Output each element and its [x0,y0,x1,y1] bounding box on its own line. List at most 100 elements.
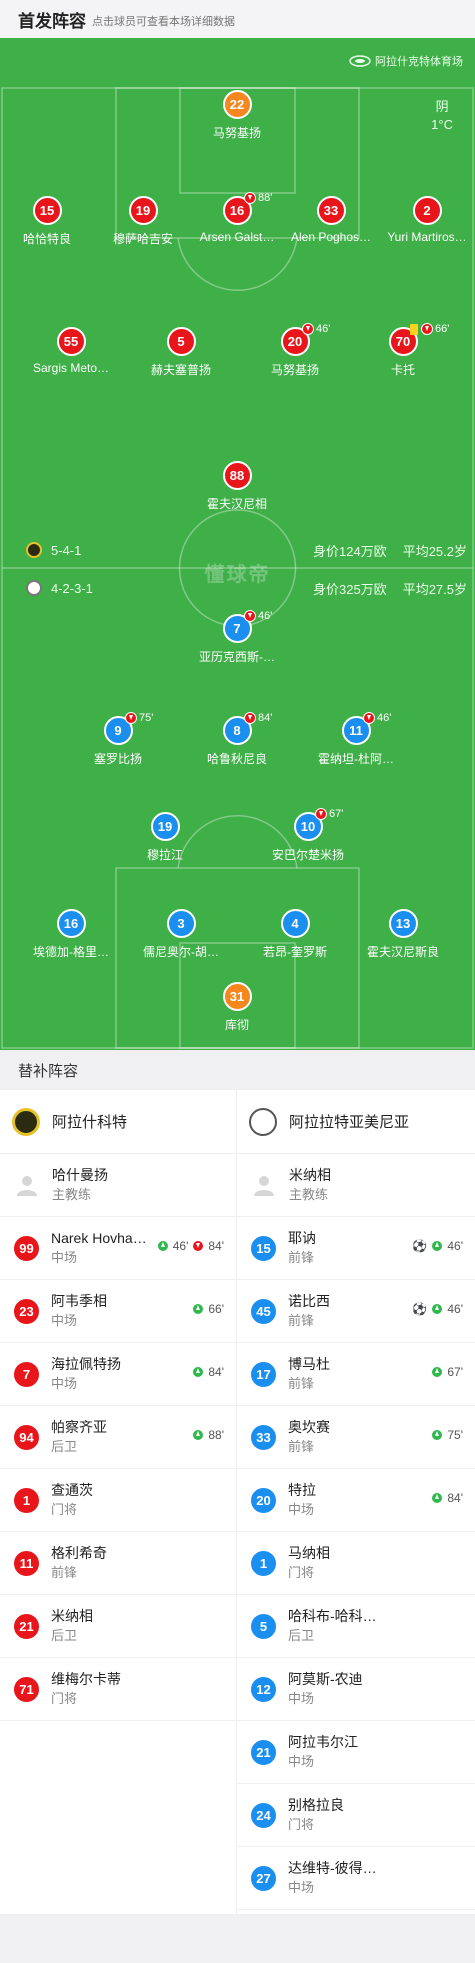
player-number: 12 [249,1674,278,1704]
bench-player-row[interactable]: 1 马纳相 门将 [237,1532,475,1595]
sub-in-time: 75' [447,1428,463,1442]
player-home[interactable]: 5 赫夫塞普扬 [126,327,236,378]
bench-player-row[interactable]: 45 诺比西 前锋 ⚽ 46' [237,1280,475,1343]
player-away[interactable]: 8 84' 哈鲁秋尼良 [182,712,292,767]
home-formation: 5-4-1 [51,542,82,558]
bench-player-row[interactable]: 71 维梅尔卡蒂 门将 [0,1658,236,1721]
player-home[interactable]: 2 Yuri Martiros… [372,196,475,244]
player-name: 亚历克西斯-… [199,650,275,664]
away-bench-header[interactable]: 阿拉拉特亚美尼亚 [237,1090,475,1154]
player-number: 94 [12,1422,41,1452]
player-away[interactable]: 31 库彻 [182,982,292,1033]
player-away[interactable]: 13 霍夫汉尼斯良 [348,909,458,960]
player-number: 17 [249,1359,278,1389]
player-home[interactable]: 55 Sargis Meto… [16,327,126,375]
player-number: 15 [249,1233,278,1263]
home-age: 平均25.2岁 [402,543,467,559]
home-team-name: 阿拉什科特 [52,1114,128,1131]
bench-player-row[interactable]: 94 帕察齐亚 后卫 88' [0,1406,236,1469]
weather: 阴 1°C [431,98,453,134]
player-position: 前锋 [288,1376,315,1391]
bench-player-row[interactable]: 21 米纳相 后卫 [0,1595,236,1658]
player-away[interactable]: 10 67' 安巴尔楚米扬 [253,808,363,863]
player-name: Yuri Martiros… [387,230,467,244]
player-home[interactable]: 88 霍夫汉尼相 [182,461,292,512]
bench-player-row[interactable]: 24 别格拉良 门将 [237,1784,475,1847]
away-coach-row[interactable]: 米纳相 主教练 [237,1154,475,1217]
player-position: 前锋 [288,1313,315,1328]
player-position: 中场 [51,1376,78,1391]
player-events: 84' [190,1365,226,1379]
player-events: ⚽ 46' [410,1239,465,1253]
home-team-info: 5-4-1 身价124万欧 平均25.2岁 [26,540,467,560]
player-position: 前锋 [288,1439,315,1454]
player-events: 46' [302,323,330,335]
player-number: 15 [32,196,62,225]
player-away[interactable]: 11 46' 霍纳坦-杜阿… [301,712,411,767]
sub-in-time: 88' [208,1428,224,1442]
sub-out-time: 67' [329,808,344,820]
sub-out-time: 75' [139,712,154,724]
player-name: 穆拉江 [146,848,183,862]
home-team-logo [12,1107,40,1136]
player-away[interactable]: 4 若昂-奎罗斯 [240,909,350,960]
bench-player-row[interactable]: 33 奥坎赛 前锋 75' [237,1406,475,1469]
away-team-info: 4-2-3-1 身价325万欧 平均27.5岁 [26,578,467,598]
bench-player-row[interactable]: 99 Narek Hovha… 中场 46' 84' [0,1217,236,1280]
bench-player-row[interactable]: 11 格利希奇 前锋 [0,1532,236,1595]
player-position: 中场 [288,1691,315,1706]
player-home[interactable]: 33 Alen Poghos… [276,196,386,244]
player-home[interactable]: 70 66' 卡托 [348,323,458,378]
bench-player-row[interactable]: 23 阿韦季相 中场 66' [0,1280,236,1343]
sub-in-icon [431,1492,444,1504]
home-coach-name: 哈什曼扬 [52,1167,108,1183]
player-name: 阿拉韦尔江 [288,1734,358,1750]
player-away[interactable]: 7 46' 亚历克西斯-… [182,610,292,665]
stadium-icon [349,55,371,67]
player-away[interactable]: 16 埃德加-格里… [16,909,126,960]
bench-player-row[interactable]: 1 查通茨 门将 [0,1469,236,1532]
home-bench-header[interactable]: 阿拉什科特 [0,1090,236,1154]
player-name: 安巴尔楚米扬 [271,848,344,862]
player-name: 特拉 [288,1482,316,1498]
away-value: 身价325万欧 [312,581,387,597]
sub-out-icon [302,323,314,335]
bench-player-row[interactable]: 17 博马杜 前锋 67' [237,1343,475,1406]
player-away[interactable]: 19 穆拉江 [110,812,220,863]
sub-in-icon [431,1366,444,1378]
player-name: 海拉佩特扬 [51,1356,121,1372]
home-value: 身价124万欧 [312,543,387,559]
sub-out-icon [421,323,433,335]
lineup-header: 首发阵容 点击球员可查看本场详细数据 [0,0,475,38]
player-name: 霍纳坦-杜阿… [318,752,394,766]
player-home[interactable]: 20 46' 马努基扬 [240,323,350,378]
goal-icon: ⚽ [412,1239,428,1253]
player-position: 中场 [288,1880,315,1895]
sub-in-time: 46' [447,1302,463,1316]
player-home[interactable]: 22 马努基扬 [182,90,292,141]
sub-out-icon [192,1240,205,1252]
player-away[interactable]: 9 75' 塞罗比扬 [63,712,173,767]
bench-player-row[interactable]: 21 阿拉韦尔江 中场 [237,1721,475,1784]
bench-player-row[interactable]: 7 海拉佩特扬 中场 84' [0,1343,236,1406]
player-away[interactable]: 3 儒尼奥尔-胡… [126,909,236,960]
bench-player-row[interactable]: 15 耶讷 前锋 ⚽ 46' [237,1217,475,1280]
player-number: 2 [412,196,442,225]
sub-in-icon [431,1240,444,1252]
bench-player-row[interactable]: 12 阿莫斯-农迪 中场 [237,1658,475,1721]
player-number: 4 [280,909,310,938]
bench-player-row[interactable]: 5 哈科布-哈科… 后卫 [237,1595,475,1658]
bench-player-row[interactable]: 20 特拉 中场 84' [237,1469,475,1532]
sub-in-time: 84' [447,1491,463,1505]
player-name: Alen Poghos… [290,230,372,244]
player-home[interactable]: 15 哈恰特良 [0,196,102,247]
bench-player-row[interactable]: 27 达维特-彼得… 中场 [237,1847,475,1910]
sub-out-icon [315,808,327,820]
player-number: 21 [249,1737,278,1767]
player-name: 塞罗比扬 [93,752,142,766]
sub-out-icon [244,192,256,204]
player-number: 11 [12,1548,41,1578]
home-coach-row[interactable]: 哈什曼扬 主教练 [0,1154,236,1217]
sub-out-time: 84' [258,712,273,724]
stadium-label: 阿拉什克特体育场 [349,53,463,69]
